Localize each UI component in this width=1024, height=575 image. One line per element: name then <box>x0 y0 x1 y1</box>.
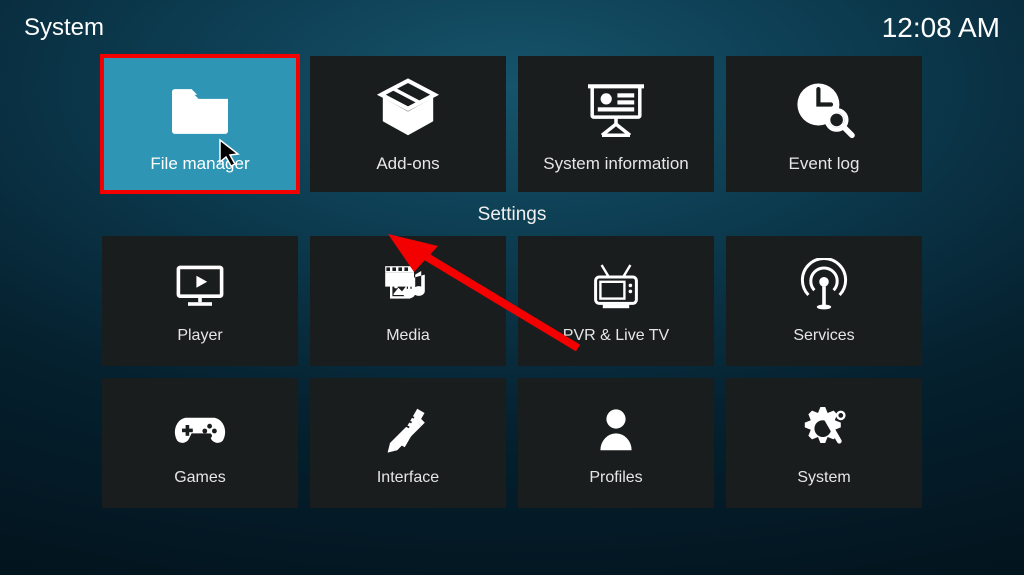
settings-area: File manager Add-ons System information … <box>0 46 1024 508</box>
row-settings-1: Player Media PVR & Live TV Services <box>0 236 1024 366</box>
pencil-ruler-icon <box>378 400 438 461</box>
gear-tools-icon <box>794 400 854 461</box>
broadcast-icon <box>794 258 854 319</box>
tile-event-log[interactable]: Event log <box>726 56 922 192</box>
tv-icon <box>586 258 646 319</box>
presentation-chart-icon <box>581 75 651 146</box>
tile-pvr-live-tv[interactable]: PVR & Live TV <box>518 236 714 366</box>
tile-label: File manager <box>150 154 249 174</box>
tile-file-manager[interactable]: File manager <box>102 56 298 192</box>
tile-label: Profiles <box>589 469 642 487</box>
clock: 12:08 AM <box>882 12 1000 44</box>
breadcrumb: System <box>24 14 104 42</box>
top-bar: System 12:08 AM <box>0 0 1024 46</box>
tile-label: PVR & Live TV <box>563 327 669 345</box>
tile-games[interactable]: Games <box>102 378 298 508</box>
tile-system-information[interactable]: System information <box>518 56 714 192</box>
tile-player[interactable]: Player <box>102 236 298 366</box>
row-system-tools: File manager Add-ons System information … <box>0 56 1024 192</box>
tile-label: Interface <box>377 469 439 487</box>
tile-label: Media <box>386 327 430 345</box>
section-title-settings: Settings <box>0 204 1024 226</box>
box-icon <box>373 75 443 146</box>
tile-label: Games <box>174 469 226 487</box>
folder-icon <box>165 75 235 146</box>
clock-search-icon <box>789 75 859 146</box>
row-settings-2: Games Interface Profiles System <box>0 378 1024 508</box>
tile-label: Event log <box>789 154 860 174</box>
tile-interface[interactable]: Interface <box>310 378 506 508</box>
tile-system[interactable]: System <box>726 378 922 508</box>
tile-label: Add-ons <box>376 154 439 174</box>
tile-media[interactable]: Media <box>310 236 506 366</box>
tile-profiles[interactable]: Profiles <box>518 378 714 508</box>
gamepad-icon <box>170 400 230 461</box>
tile-label: System <box>797 469 850 487</box>
media-icon <box>378 258 438 319</box>
play-monitor-icon <box>170 258 230 319</box>
tile-label: Services <box>793 327 854 345</box>
tile-label: System information <box>543 154 689 174</box>
tile-label: Player <box>177 327 222 345</box>
tile-add-ons[interactable]: Add-ons <box>310 56 506 192</box>
person-icon <box>586 400 646 461</box>
tile-services[interactable]: Services <box>726 236 922 366</box>
